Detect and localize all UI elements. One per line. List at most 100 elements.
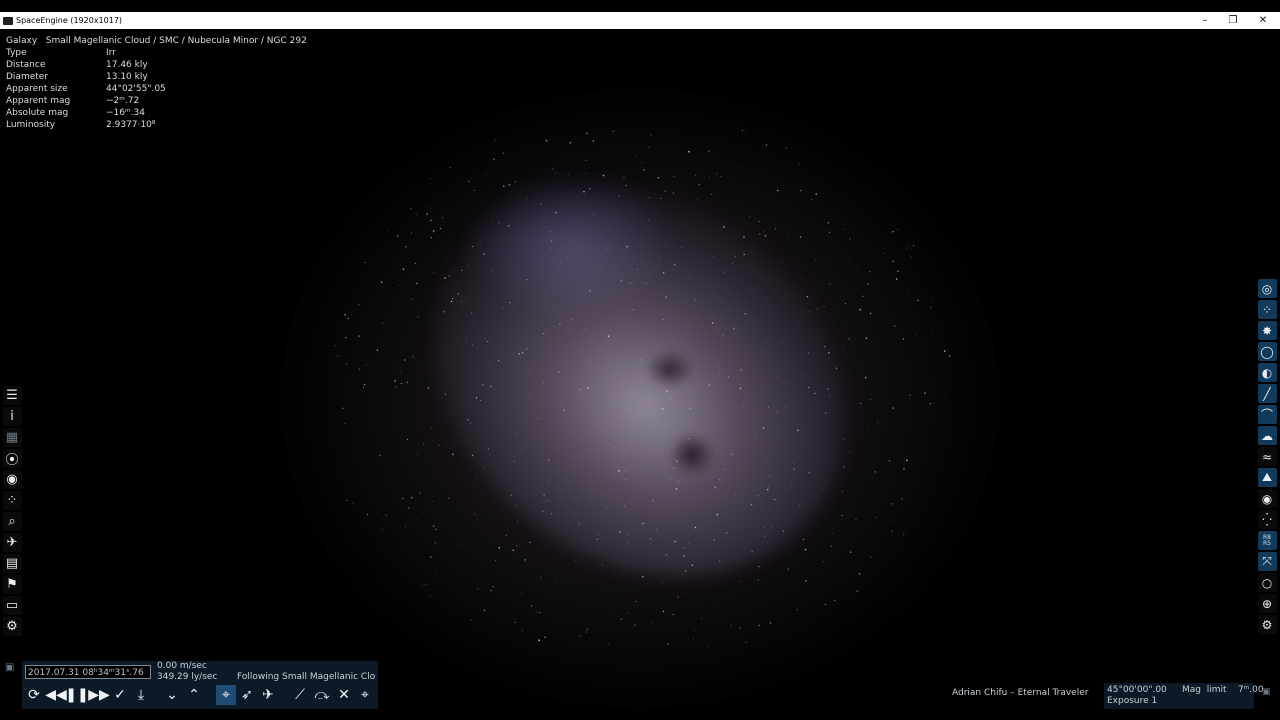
fov-value[interactable]: 45°00'00".00 bbox=[1107, 685, 1167, 695]
star-point bbox=[457, 293, 460, 295]
forward-icon[interactable]: ▶▶ bbox=[88, 685, 110, 705]
star-point bbox=[767, 637, 768, 639]
star-point bbox=[608, 505, 610, 507]
star-point bbox=[799, 236, 802, 238]
star-point bbox=[545, 500, 546, 502]
star-point bbox=[660, 198, 662, 199]
circle-icon[interactable]: ○ bbox=[1257, 573, 1277, 592]
crosshair-icon[interactable]: ⌖ bbox=[355, 685, 375, 705]
close-button[interactable]: ✕ bbox=[1248, 12, 1278, 29]
object-path[interactable]: Galaxy Small Magellanic Cloud / SMC / Nu… bbox=[6, 35, 307, 47]
info-row: Luminosity 2.9377·10⁸ bbox=[6, 119, 307, 131]
star-point bbox=[538, 611, 541, 614]
dots-icon[interactable]: ⁛ bbox=[1257, 510, 1277, 529]
plane-icon[interactable]: ✈ bbox=[258, 685, 278, 705]
star-point bbox=[498, 547, 501, 549]
star-point bbox=[725, 531, 728, 534]
star-point bbox=[588, 396, 590, 398]
mag-limit[interactable]: Mag limit 7ᵐ.00 bbox=[1182, 685, 1264, 695]
select-icon[interactable]: ⌖ bbox=[216, 685, 236, 705]
star-point bbox=[570, 433, 572, 434]
landscape-icon[interactable]: ⛰ bbox=[1257, 468, 1277, 487]
telescope-icon[interactable]: ⟋ bbox=[290, 685, 310, 705]
search-icon[interactable]: ⌕ bbox=[2, 512, 22, 531]
camera-icon[interactable]: ⤼ bbox=[312, 685, 332, 705]
eyes-icon[interactable]: ◉ bbox=[2, 470, 22, 489]
star-point bbox=[409, 502, 411, 504]
star-point bbox=[669, 396, 671, 398]
arc-icon[interactable]: ⌒ bbox=[1257, 405, 1277, 424]
planet-icon[interactable]: ◐ bbox=[1257, 363, 1277, 382]
date-time-field[interactable]: 2017.07.31 08ʰ34ᵐ31ˢ.76 bbox=[25, 665, 151, 679]
up-icon[interactable]: ⌃ bbox=[184, 685, 204, 705]
star-point bbox=[444, 393, 446, 395]
star-point bbox=[528, 368, 530, 370]
star-point bbox=[382, 322, 384, 324]
star-point bbox=[469, 422, 472, 424]
stars-icon[interactable]: ⁘ bbox=[2, 491, 22, 510]
status-toggle-icon[interactable]: ▣ bbox=[1262, 687, 1272, 697]
star-point bbox=[777, 189, 779, 192]
gear-icon[interactable]: ⚙ bbox=[2, 617, 22, 636]
star-point bbox=[815, 585, 816, 587]
star-point bbox=[623, 363, 625, 365]
star-point bbox=[657, 177, 660, 179]
globe-icon[interactable]: ⊕ bbox=[1257, 594, 1277, 613]
planetarium-icon[interactable]: ▦ bbox=[2, 428, 22, 447]
menu-icon[interactable]: ☰ bbox=[2, 386, 22, 405]
ship-icon[interactable]: ✈ bbox=[2, 533, 22, 552]
screen-icon[interactable]: ▭ bbox=[2, 596, 22, 615]
pause-icon[interactable]: ❚❚ bbox=[65, 685, 88, 705]
exposure-value[interactable]: Exposure 1 bbox=[1107, 696, 1157, 706]
labels-icon[interactable]: R8 R5 bbox=[1257, 531, 1277, 550]
orbit-icon[interactable]: ⦿ bbox=[2, 449, 22, 468]
star-point bbox=[405, 246, 407, 248]
eye-icon[interactable]: ◉ bbox=[1257, 489, 1277, 508]
comet-icon[interactable]: ╱ bbox=[1257, 384, 1277, 403]
space-viewport[interactable] bbox=[0, 29, 1280, 720]
star-point bbox=[640, 359, 643, 361]
sync-icon[interactable]: ⟳ bbox=[24, 685, 44, 705]
galaxy-icon[interactable]: ◎ bbox=[1257, 279, 1277, 298]
rewind-icon[interactable]: ◀◀ bbox=[45, 685, 67, 705]
star-point bbox=[550, 513, 553, 515]
star-point bbox=[435, 528, 437, 531]
star-point bbox=[493, 158, 495, 160]
rocket-icon[interactable]: ➶ bbox=[237, 685, 257, 705]
star-point bbox=[917, 299, 919, 302]
expand-icon[interactable]: ⤧ bbox=[1257, 552, 1277, 571]
minimize-button[interactable]: – bbox=[1190, 12, 1220, 29]
info-value: 13.10 kly bbox=[106, 72, 148, 82]
star-point bbox=[912, 244, 915, 247]
star-point bbox=[627, 541, 629, 543]
down-icon[interactable]: ⌄ bbox=[162, 685, 182, 705]
star-point bbox=[559, 261, 562, 264]
calendar-icon[interactable]: ▤ bbox=[2, 554, 22, 573]
info-value: 44°02'55".05 bbox=[106, 84, 166, 94]
star-point bbox=[574, 560, 576, 562]
star-point bbox=[684, 570, 687, 572]
star-point bbox=[943, 350, 946, 352]
star-icon[interactable]: ✸ bbox=[1257, 321, 1277, 340]
ring-icon[interactable]: ◯ bbox=[1257, 342, 1277, 361]
cloud-icon[interactable]: ☁ bbox=[1257, 426, 1277, 445]
star-point bbox=[675, 488, 678, 490]
info-icon[interactable]: i bbox=[2, 407, 22, 426]
water-icon[interactable]: ≈ bbox=[1257, 447, 1277, 466]
close-x-icon[interactable]: ✕ bbox=[334, 685, 354, 705]
star-point bbox=[694, 298, 697, 301]
star-point bbox=[514, 621, 516, 624]
star-point bbox=[531, 396, 532, 398]
check-icon[interactable]: ✓ bbox=[110, 685, 130, 705]
land-icon[interactable]: ⤓ bbox=[131, 685, 151, 705]
cluster-icon[interactable]: ⁘ bbox=[1257, 300, 1277, 319]
restore-button[interactable]: ❐ bbox=[1218, 12, 1248, 29]
star-point bbox=[842, 346, 844, 348]
gear-icon[interactable]: ⚙ bbox=[1257, 615, 1277, 634]
flag-icon[interactable]: ⚑ bbox=[2, 575, 22, 594]
star-point bbox=[764, 234, 767, 237]
star-point bbox=[856, 590, 859, 592]
star-point bbox=[578, 522, 580, 525]
star-point bbox=[524, 495, 526, 497]
small-settings-icon[interactable]: ▣ bbox=[5, 662, 17, 674]
